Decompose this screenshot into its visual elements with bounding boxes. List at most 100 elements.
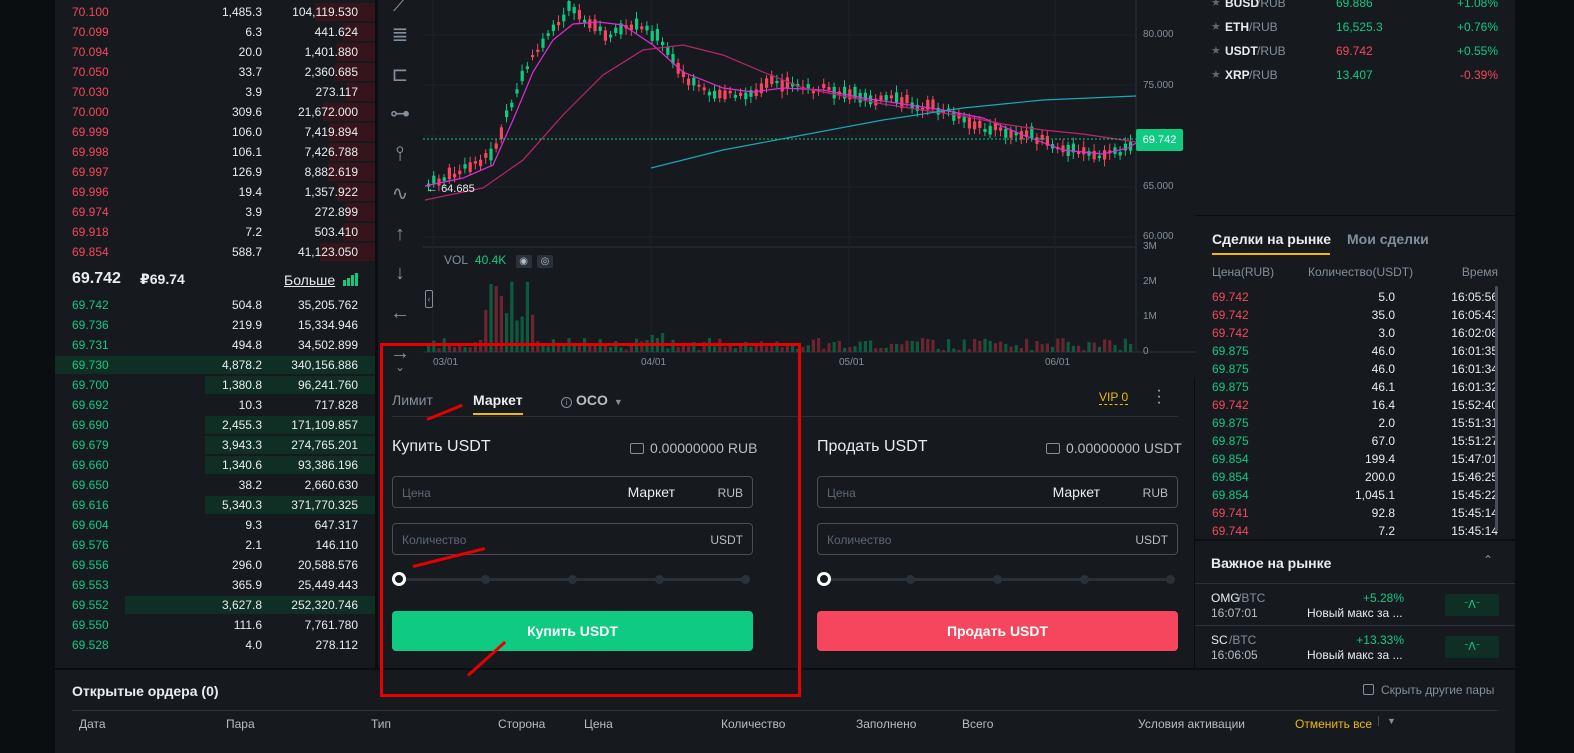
market-pair-row[interactable]: ★ XRP/RUB 13.407 -0.39% [1195, 65, 1515, 87]
order-book-bid-row[interactable]: 69.742 504.8 35,205.762 [55, 295, 375, 315]
more-link[interactable]: Больше [284, 272, 335, 288]
highlight-row[interactable]: OMG/BTC 16:07:01 +5.28% Новый макс за ... ᐨᐱ… [1195, 583, 1515, 623]
trend-up-icon: ᐨᐱᐨ [1445, 636, 1499, 658]
volume-bar [562, 345, 566, 352]
star-icon[interactable]: ★ [1211, 44, 1221, 57]
candle-body [546, 33, 550, 37]
cancel-all-button[interactable]: Отменить все [1295, 717, 1372, 731]
collapse-volume-icon[interactable]: ‹ [425, 290, 433, 308]
market-pair-row[interactable]: ★ USDT/RUB 69.742 +0.55% [1195, 41, 1515, 63]
buy-price-input[interactable]: Цена Маркет RUB [392, 476, 753, 508]
star-icon[interactable]: ★ [1211, 0, 1221, 9]
ask-quantity: 33.7 [238, 65, 262, 79]
tab-limit[interactable]: Лимит [392, 392, 433, 408]
sell-percent-slider[interactable] [817, 572, 1178, 586]
order-book-ask-row[interactable]: 69.918 7.2 503.410 [55, 222, 375, 242]
sell-button[interactable]: Продать USDT [817, 611, 1178, 651]
buy-button[interactable]: Купить USDT [392, 611, 753, 651]
order-book-ask-row[interactable]: 70.000 309.6 21,672.000 [55, 102, 375, 122]
chevron-down-icon[interactable]: ⌄ [387, 360, 413, 374]
vip-level[interactable]: VIP 0 [1099, 390, 1129, 405]
tab-market[interactable]: Маркет [473, 392, 523, 408]
sell-quantity-input[interactable]: Количество USDT [817, 523, 1178, 555]
volume-bar [983, 338, 987, 352]
eye-icon[interactable]: ◉ [515, 255, 532, 268]
order-book-bid-row[interactable]: 69.553 365.9 25,449.443 [55, 575, 375, 595]
order-book-bid-row[interactable]: 69.690 2,455.3 171,109.857 [55, 415, 375, 435]
buy-slider-handle[interactable] [392, 572, 406, 586]
order-book-ask-row[interactable]: 69.999 106.0 7,419.894 [55, 122, 375, 142]
order-book-bid-row[interactable]: 69.679 3,943.3 274,765.201 [55, 435, 375, 455]
vertical-line-icon[interactable]: ⫯ [387, 141, 413, 167]
buy-percent-slider[interactable] [392, 572, 753, 586]
order-book-ask-row[interactable]: 70.099 6.3 441.624 [55, 22, 375, 42]
volume-bar [811, 339, 815, 352]
candle-body [635, 18, 639, 30]
collapse-icon[interactable]: ⌃ [1483, 553, 1493, 567]
candle-body [583, 19, 587, 23]
line-tool-icon[interactable]: ⟋ [387, 0, 413, 18]
more-options-icon[interactable]: · · · [1154, 383, 1164, 411]
market-pair-row[interactable]: ★ BUSD/RUB 69.886 +1.08% [1195, 0, 1515, 15]
highlight-change: +13.33% [1356, 633, 1404, 647]
star-icon[interactable]: ★ [1211, 68, 1221, 81]
order-book-bid-row[interactable]: 69.576 2.1 146.110 [55, 535, 375, 555]
horizontal-line-icon[interactable]: ⊶ [387, 101, 413, 127]
order-book-bid-row[interactable]: 69.550 111.6 7,761.780 [55, 615, 375, 635]
order-book-bid-row[interactable]: 69.528 4.0 278.112 [55, 635, 375, 655]
order-book-bid-row[interactable]: 69.604 9.3 647.317 [55, 515, 375, 535]
market-pair-row[interactable]: ★ ETH/RUB 16,525.3 +0.76% [1195, 17, 1515, 39]
settings-icon[interactable]: ◎ [536, 255, 553, 268]
pair-price: 69.742 [1336, 44, 1373, 58]
volume-bar [889, 343, 893, 352]
checkbox[interactable] [1363, 684, 1374, 695]
pattern-tool-icon[interactable]: ⊏ [387, 62, 413, 88]
arrow-left-icon[interactable]: ← [387, 300, 413, 326]
order-book-ask-row[interactable]: 69.998 106.1 7,426.788 [55, 142, 375, 162]
arrow-up-icon[interactable]: ↑ [387, 221, 413, 247]
sell-slider-handle[interactable] [817, 572, 831, 586]
sell-price-input[interactable]: Цена Маркет RUB [817, 476, 1178, 508]
order-book-mid-price: 69.742 ₽69.74 Больше [55, 266, 375, 294]
order-book-bid-row[interactable]: 69.556 296.0 20,588.576 [55, 555, 375, 575]
trade-time: 16:01:34 [1451, 362, 1498, 376]
trade-row: 69.875 46.1 16:01:32 [1195, 378, 1515, 396]
brush-tool-icon[interactable]: ∿ [387, 181, 413, 207]
order-book-bid-row[interactable]: 69.736 219.9 15,334.946 [55, 315, 375, 335]
order-book-ask-row[interactable]: 69.974 3.9 272.899 [55, 202, 375, 222]
tab-my-trades[interactable]: Мои сделки [1347, 231, 1429, 247]
candle-body [765, 78, 769, 88]
arrow-down-icon[interactable]: ↓ [387, 260, 413, 286]
order-book-ask-row[interactable]: 70.030 3.9 273.117 [55, 82, 375, 102]
order-book-bid-row[interactable]: 69.700 1,380.8 96,241.760 [55, 375, 375, 395]
order-book-ask-row[interactable]: 70.100 1,485.3 104,119.530 [55, 2, 375, 22]
order-book-bid-row[interactable]: 69.616 5,340.3 371,770.325 [55, 495, 375, 515]
order-book-ask-row[interactable]: 69.997 126.9 8,882.619 [55, 162, 375, 182]
volume-bar [874, 348, 878, 352]
order-book-ask-row[interactable]: 69.854 588.7 41,123.050 [55, 242, 375, 262]
order-book-ask-row[interactable]: 69.996 19.4 1,357.922 [55, 182, 375, 202]
highlight-change: +5.28% [1362, 591, 1404, 605]
order-book-bid-row[interactable]: 69.552 3,627.8 252,320.746 [55, 595, 375, 615]
highlight-row[interactable]: SC/BTC 16:06:05 +13.33% Новый макс за ... ᐨᐱ… [1195, 625, 1515, 665]
order-book-bid-row[interactable]: 69.730 4,878.2 340,156.886 [55, 355, 375, 375]
cancel-all-dropdown-icon[interactable]: ▼ [1378, 716, 1396, 726]
hide-other-pairs[interactable]: Скрыть другие пары [1363, 683, 1494, 697]
order-book-bid-row[interactable]: 69.731 494.8 34,502.899 [55, 335, 375, 355]
order-book-bid-row[interactable]: 69.660 1,340.6 93,386.196 [55, 455, 375, 475]
text-lines-icon[interactable]: ≣ [387, 22, 413, 48]
star-icon[interactable]: ★ [1211, 20, 1221, 33]
price-chart[interactable]: 80.00075.00070.00065.00060.000 69.742 ← … [423, 0, 1195, 378]
order-book-bid-row[interactable]: 69.692 10.3 717.828 [55, 395, 375, 415]
tab-market-trades[interactable]: Сделки на рынке [1212, 231, 1331, 247]
order-book-ask-row[interactable]: 70.094 20.0 1,401.880 [55, 42, 375, 62]
trades-scrollbar[interactable] [1495, 286, 1498, 531]
current-price-tag: 69.742 [1136, 129, 1183, 151]
volume-bar [520, 316, 524, 352]
bid-quantity: 3,943.3 [221, 438, 262, 452]
ask-total: 21,672.000 [297, 105, 358, 119]
order-book-bid-row[interactable]: 69.650 38.2 2,660.630 [55, 475, 375, 495]
tab-oco[interactable]: i OCO ▼ [561, 392, 623, 408]
buy-quantity-input[interactable]: Количество USDT [392, 523, 753, 555]
order-book-ask-row[interactable]: 70.050 33.7 2,360.685 [55, 62, 375, 82]
